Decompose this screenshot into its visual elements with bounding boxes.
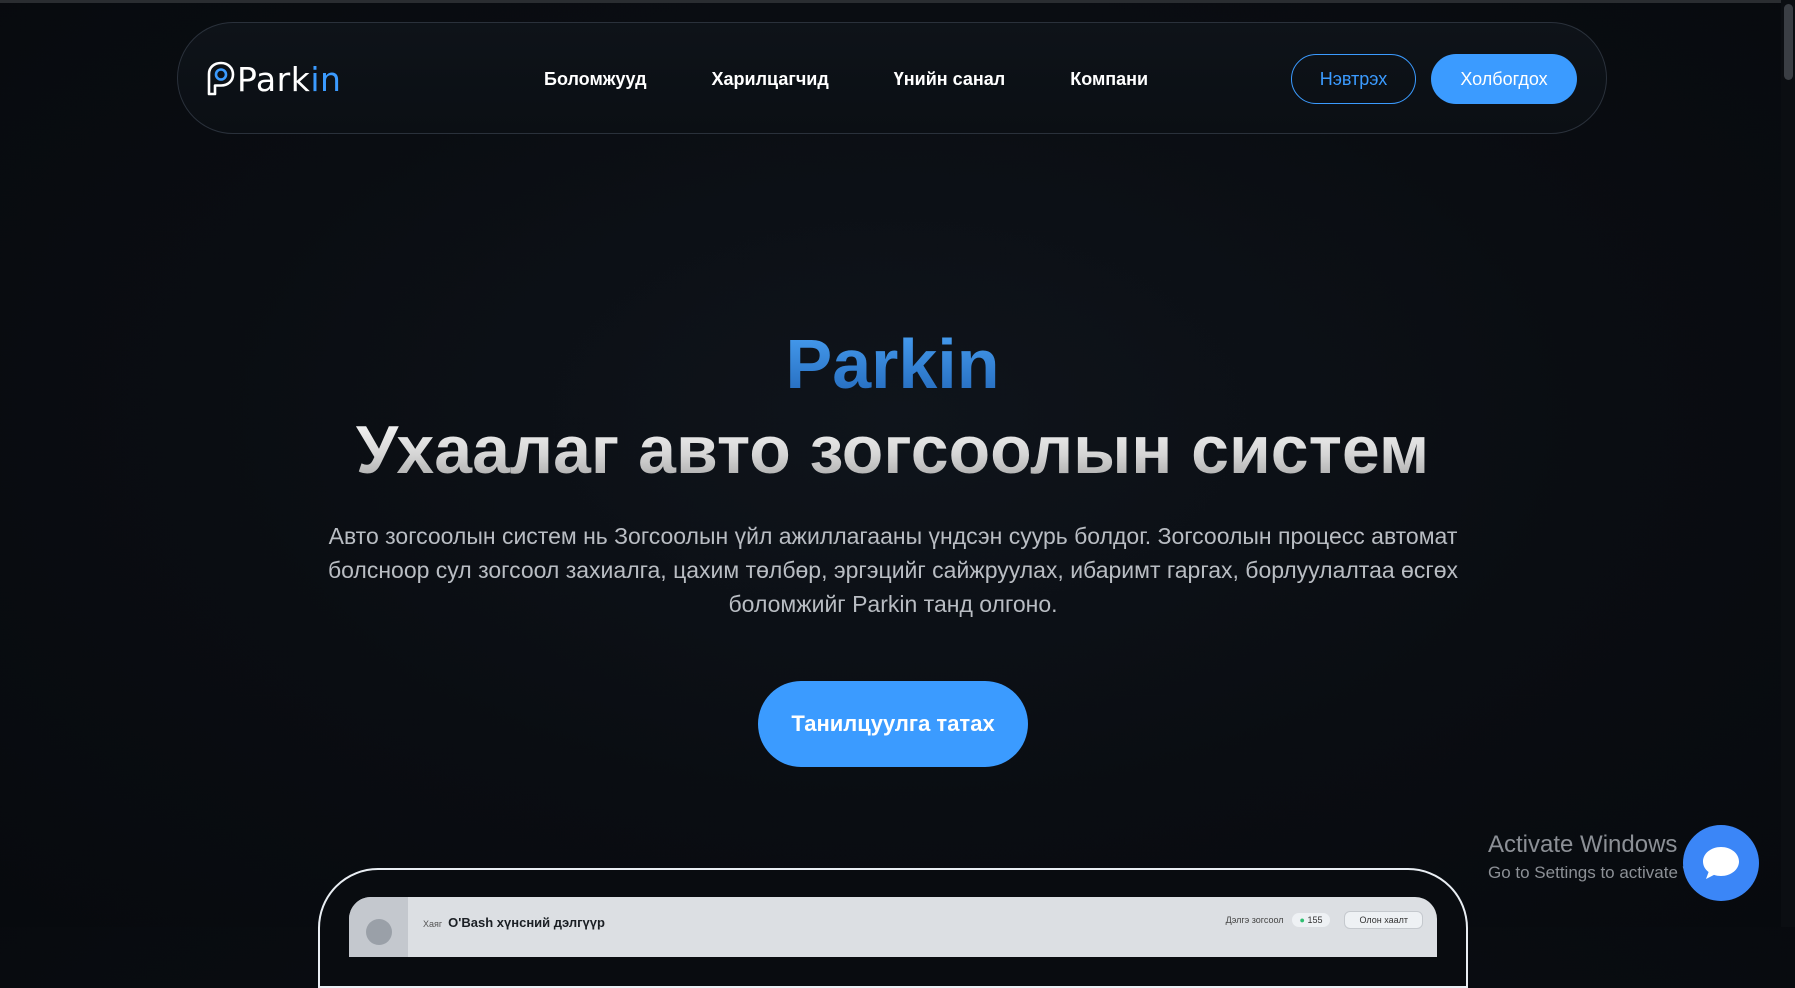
preview-toolbar: Дэлгэ зогсоол ● 155 Олон хаалт	[1226, 911, 1423, 929]
window-top-border	[0, 0, 1795, 3]
preview-title: Хаяг O'Bash хүнсний дэлгүүр	[423, 915, 605, 930]
login-button[interactable]: Нэвтрэх	[1291, 54, 1416, 104]
contact-button[interactable]: Холбогдох	[1431, 54, 1577, 104]
preview-title-label: Хаяг	[423, 919, 443, 929]
nav-link-customers[interactable]: Харилцагчид	[712, 69, 829, 90]
page-scrollbar[interactable]	[1781, 0, 1795, 927]
main-nav: Боломжууд Харилцагчид Үнийн санал Компан…	[544, 23, 1213, 135]
hero-headline: Ухаалаг авто зогсоолын систем	[0, 410, 1785, 490]
preview-stat-label: Дэлгэ зогсоол	[1225, 915, 1284, 925]
nav-link-features[interactable]: Боломжууд	[544, 69, 647, 90]
avatar	[366, 919, 392, 945]
hero-brand-title: Parkin	[0, 324, 1785, 404]
preview-badge-count: 155	[1307, 915, 1323, 925]
hero-description: Авто зогсоолын систем нь Зогсоолын үйл а…	[327, 523, 1459, 617]
logo-text-in: in	[310, 59, 342, 99]
navbar: Parkin Боломжууд Харилцагчид Үнийн санал…	[177, 22, 1607, 134]
logo-wordmark: Parkin	[237, 63, 341, 96]
status-badge: ● 155	[1291, 913, 1331, 927]
logo-text-park: Park	[237, 59, 311, 99]
scrollbar-thumb[interactable]	[1784, 4, 1793, 80]
download-presentation-button[interactable]: Танилцуулга татах	[758, 681, 1028, 767]
nav-link-company[interactable]: Компани	[1070, 69, 1148, 90]
parking-pin-logo-icon	[207, 61, 235, 96]
chat-button[interactable]	[1683, 825, 1759, 901]
preview-action-button: Олон хаалт	[1344, 911, 1423, 929]
chat-bubble-icon	[1703, 847, 1739, 879]
parkin-logo[interactable]: Parkin	[205, 59, 350, 99]
preview-sidebar	[349, 897, 408, 957]
dashboard-preview: Хаяг O'Bash хүнсний дэлгүүр Дэлгэ зогсоол…	[349, 897, 1437, 957]
preview-title-text: O'Bash хүнсний дэлгүүр	[448, 915, 605, 930]
nav-link-pricing[interactable]: Үнийн санал	[894, 69, 1005, 90]
